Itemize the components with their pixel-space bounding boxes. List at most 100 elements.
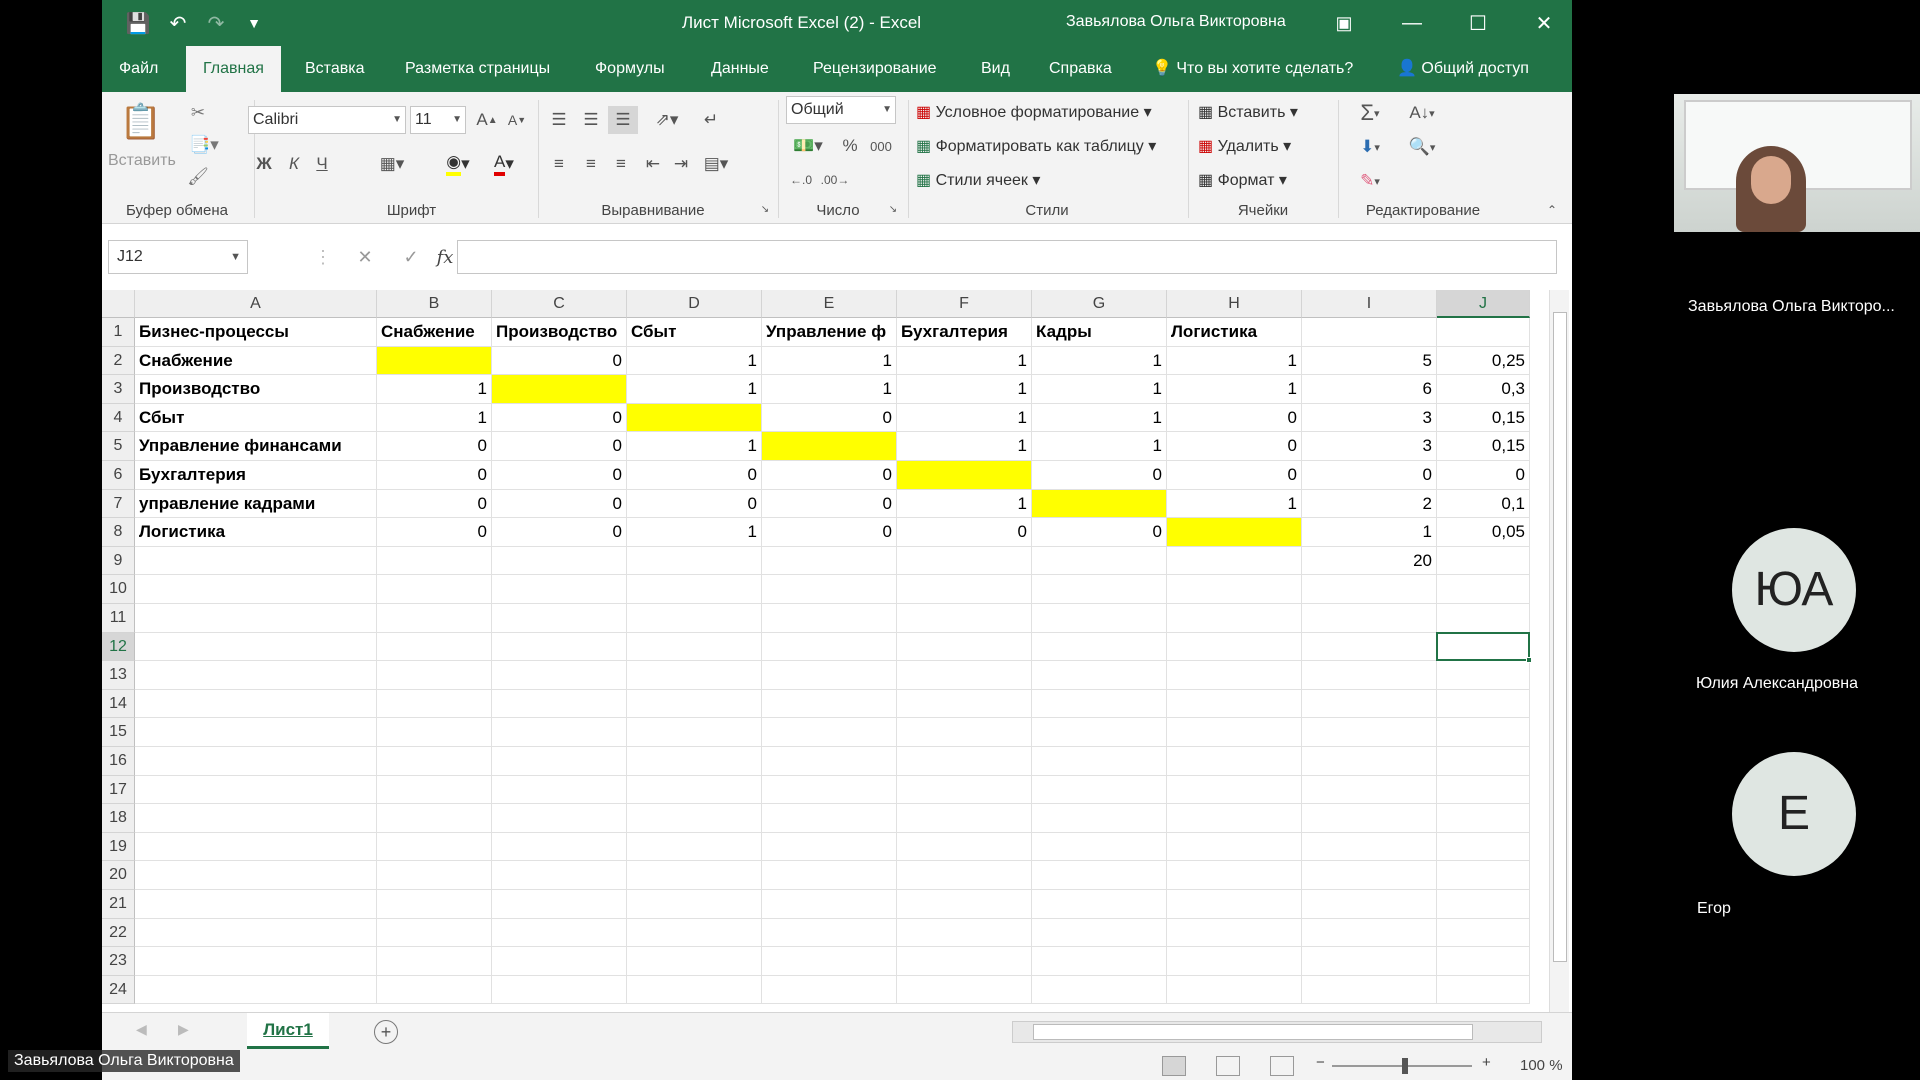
- cell-a14[interactable]: [135, 689, 377, 719]
- cell-d18[interactable]: [627, 804, 762, 833]
- cell-h6[interactable]: 0: [1167, 461, 1302, 490]
- cell-j15[interactable]: [1437, 718, 1530, 747]
- formula-input[interactable]: [457, 240, 1557, 274]
- cell-c15[interactable]: [492, 718, 627, 747]
- cell-b14[interactable]: [377, 689, 492, 719]
- cell-f5[interactable]: 1: [897, 432, 1032, 461]
- cell-i22[interactable]: [1302, 918, 1437, 948]
- cell-e11[interactable]: [762, 604, 897, 633]
- cell-g17[interactable]: [1032, 775, 1167, 805]
- cell-c11[interactable]: [492, 604, 627, 633]
- cell-f2[interactable]: 1: [897, 346, 1032, 376]
- cell-f10[interactable]: [897, 575, 1032, 604]
- cell-h15[interactable]: [1167, 718, 1302, 747]
- cell-b5[interactable]: 0: [377, 432, 492, 461]
- cell-e3[interactable]: 1: [762, 375, 897, 404]
- row-header-11[interactable]: 11: [102, 604, 135, 633]
- cell-f6[interactable]: [897, 461, 1032, 490]
- cell-c17[interactable]: [492, 775, 627, 805]
- column-header-c[interactable]: C: [492, 290, 627, 318]
- row-header-10[interactable]: 10: [102, 575, 135, 604]
- cell-c13[interactable]: [492, 661, 627, 690]
- cell-i21[interactable]: [1302, 890, 1437, 919]
- align-middle-icon[interactable]: ☰: [578, 106, 604, 134]
- close-button[interactable]: ✕: [1524, 6, 1564, 40]
- cell-j9[interactable]: [1437, 546, 1530, 576]
- confirm-entry-icon[interactable]: ✓: [396, 242, 426, 272]
- cell-g7[interactable]: [1032, 489, 1167, 519]
- cell-h2[interactable]: 1: [1167, 346, 1302, 376]
- cell-d14[interactable]: [627, 689, 762, 719]
- cell-g11[interactable]: [1032, 604, 1167, 633]
- row-header-19[interactable]: 19: [102, 832, 135, 862]
- save-icon[interactable]: 💾: [124, 9, 152, 37]
- tab-help[interactable]: Справка: [1032, 46, 1129, 92]
- cell-g21[interactable]: [1032, 890, 1167, 919]
- format-as-table-button[interactable]: ▦ Форматировать как таблицу ▾: [916, 136, 1156, 156]
- align-bottom-icon[interactable]: ☰: [608, 106, 638, 134]
- cell-g20[interactable]: [1032, 861, 1167, 890]
- zoom-level[interactable]: 100 %: [1520, 1057, 1563, 1074]
- row-header-21[interactable]: 21: [102, 890, 135, 919]
- cell-i15[interactable]: [1302, 718, 1437, 747]
- cell-f1[interactable]: Бухгалтерия: [897, 318, 1032, 347]
- cell-e14[interactable]: [762, 689, 897, 719]
- cell-h11[interactable]: [1167, 604, 1302, 633]
- cell-c18[interactable]: [492, 804, 627, 833]
- cell-c21[interactable]: [492, 890, 627, 919]
- cell-d5[interactable]: 1: [627, 432, 762, 461]
- undo-icon[interactable]: ↶: [164, 9, 192, 37]
- cell-b10[interactable]: [377, 575, 492, 604]
- cell-d24[interactable]: [627, 975, 762, 1005]
- spreadsheet-grid[interactable]: ABCDEFGHIJ 1 2 3 4 5 6 7 8 9 10 11 12 13 14 15 16 17 18 19…: [102, 290, 1547, 1010]
- customize-quick-access-icon[interactable]: ▼: [240, 9, 268, 37]
- add-sheet-button[interactable]: +: [374, 1020, 398, 1044]
- horizontal-scrollbar[interactable]: [1012, 1021, 1542, 1043]
- cell-i14[interactable]: [1302, 689, 1437, 719]
- cell-j14[interactable]: [1437, 689, 1530, 719]
- cell-a5[interactable]: Управление финансами: [135, 432, 377, 461]
- cell-d22[interactable]: [627, 918, 762, 948]
- page-break-view-icon[interactable]: [1270, 1056, 1294, 1076]
- cell-j10[interactable]: [1437, 575, 1530, 604]
- cell-d16[interactable]: [627, 747, 762, 776]
- tab-formulas[interactable]: Формулы: [578, 46, 682, 92]
- sort-filter-icon[interactable]: A↓ ▾: [1400, 98, 1444, 128]
- cell-e23[interactable]: [762, 947, 897, 976]
- cell-j11[interactable]: [1437, 604, 1530, 633]
- redo-icon[interactable]: ↷: [202, 9, 230, 37]
- percent-style-button[interactable]: %: [838, 132, 862, 160]
- cell-f20[interactable]: [897, 861, 1032, 890]
- row-header-16[interactable]: 16: [102, 747, 135, 776]
- cell-b2[interactable]: [377, 346, 492, 376]
- cell-e15[interactable]: [762, 718, 897, 747]
- cell-b12[interactable]: [377, 632, 492, 662]
- cell-b13[interactable]: [377, 661, 492, 690]
- align-right-icon[interactable]: ≡: [608, 150, 634, 178]
- row-header-3[interactable]: 3: [102, 375, 135, 404]
- cell-d20[interactable]: [627, 861, 762, 890]
- align-center-icon[interactable]: ≡: [578, 150, 604, 178]
- column-header-a[interactable]: A: [135, 290, 377, 318]
- number-format-select[interactable]: Общий ▼: [786, 96, 896, 124]
- cell-b21[interactable]: [377, 890, 492, 919]
- cell-d17[interactable]: [627, 775, 762, 805]
- cell-e19[interactable]: [762, 832, 897, 862]
- cell-c7[interactable]: 0: [492, 489, 627, 519]
- cell-a11[interactable]: [135, 604, 377, 633]
- cell-b6[interactable]: 0: [377, 461, 492, 490]
- cut-icon[interactable]: ✂: [184, 100, 212, 126]
- cell-j4[interactable]: 0,15: [1437, 403, 1530, 433]
- row-header-5[interactable]: 5: [102, 432, 135, 461]
- cell-e16[interactable]: [762, 747, 897, 776]
- cell-b23[interactable]: [377, 947, 492, 976]
- cell-a13[interactable]: [135, 661, 377, 690]
- row-header-24[interactable]: 24: [102, 975, 135, 1005]
- cell-d2[interactable]: 1: [627, 346, 762, 376]
- cell-g19[interactable]: [1032, 832, 1167, 862]
- cell-c20[interactable]: [492, 861, 627, 890]
- cell-i13[interactable]: [1302, 661, 1437, 690]
- cell-a8[interactable]: Логистика: [135, 518, 377, 547]
- cell-g4[interactable]: 1: [1032, 403, 1167, 433]
- column-header-i[interactable]: I: [1302, 290, 1437, 318]
